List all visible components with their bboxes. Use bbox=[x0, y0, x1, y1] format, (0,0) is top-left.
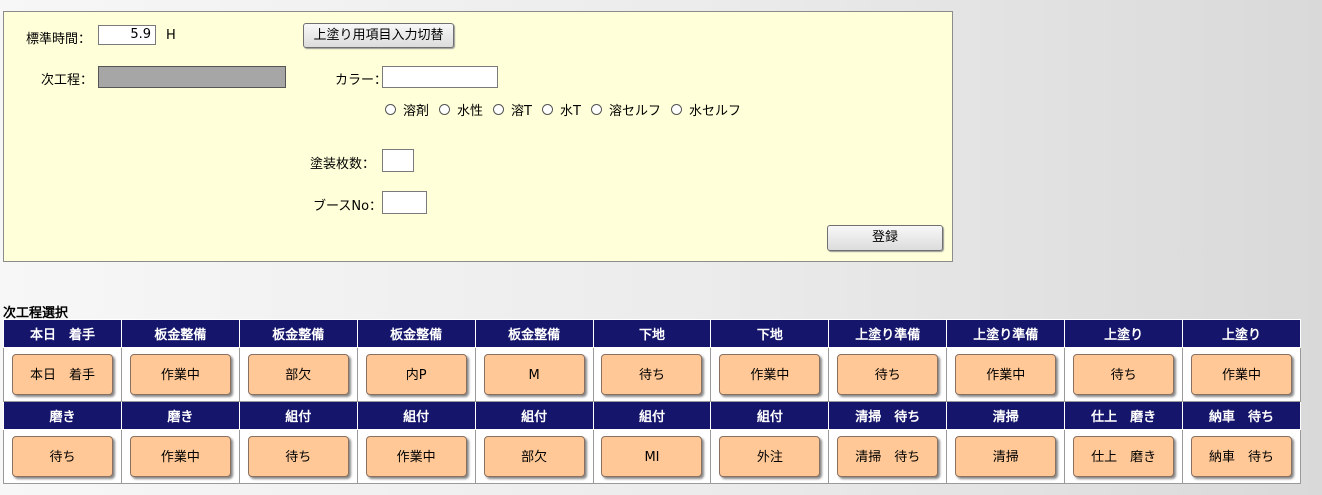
process-status-button[interactable]: 清掃 bbox=[955, 436, 1057, 477]
grid-button-cell: 待ち bbox=[238, 429, 358, 484]
grid-header-cell: 下地 bbox=[710, 319, 830, 348]
grid-button-cell: 清掃 bbox=[946, 429, 1066, 484]
paint-type-radio-group: 溶剤 水性 溶T 水T 溶セルフ 水セルフ bbox=[385, 100, 751, 119]
process-status-button[interactable]: 待ち bbox=[11, 436, 113, 477]
process-status-button[interactable]: 作業中 bbox=[955, 354, 1057, 395]
grid-button-cell: 清掃 待ち bbox=[828, 429, 948, 484]
radio-water-t[interactable]: 水T bbox=[541, 100, 581, 119]
grid-header-cell: 清掃 bbox=[946, 401, 1066, 430]
grid-button-cell: 待ち bbox=[592, 347, 712, 402]
color-input[interactable] bbox=[382, 66, 498, 88]
process-status-button[interactable]: 待ち bbox=[601, 354, 703, 395]
radio-circle-icon[interactable] bbox=[541, 104, 553, 115]
process-status-button[interactable]: 内P bbox=[365, 354, 467, 395]
grid-button-cell: 作業中 bbox=[1182, 347, 1301, 402]
radio-circle-icon[interactable] bbox=[439, 104, 451, 115]
grid-header-cell: 上塗り bbox=[1064, 319, 1184, 348]
radio-water[interactable]: 水性 bbox=[439, 100, 483, 119]
grid-header-cell: 組付 bbox=[710, 401, 830, 430]
grid-button-row: 本日 着手 作業中 部欠 内P M 待ち 作業中 待ち 作業中 待ち 作業中 bbox=[3, 347, 1301, 402]
booth-input[interactable] bbox=[382, 191, 427, 214]
grid-header-cell: 上塗り準備 bbox=[946, 319, 1066, 348]
process-status-button[interactable]: 待ち bbox=[1073, 354, 1175, 395]
grid-header-row: 磨き 磨き 組付 組付 組付 組付 組付 清掃 待ち 清掃 仕上 磨き 納車 待ち bbox=[3, 401, 1301, 430]
grid-button-cell: 仕上 磨き bbox=[1064, 429, 1184, 484]
grid-button-cell: 本日 着手 bbox=[3, 347, 122, 402]
process-status-button[interactable]: 部欠 bbox=[483, 436, 585, 477]
grid-button-cell: 作業中 bbox=[120, 429, 240, 484]
grid-header-cell: 本日 着手 bbox=[3, 319, 122, 348]
grid-header-cell: 組付 bbox=[356, 401, 476, 430]
grid-header-cell: 清掃 待ち bbox=[828, 401, 948, 430]
process-status-button[interactable]: MI bbox=[601, 436, 703, 477]
grid-header-cell: 板金整備 bbox=[474, 319, 594, 348]
process-status-button[interactable]: 待ち bbox=[837, 354, 939, 395]
grid-button-cell: 作業中 bbox=[946, 347, 1066, 402]
grid-header-cell: 上塗り bbox=[1182, 319, 1301, 348]
std-time-label: 標準時間： bbox=[26, 32, 92, 47]
grid-button-cell: 待ち bbox=[828, 347, 948, 402]
process-status-button[interactable]: 作業中 bbox=[1191, 354, 1293, 395]
grid-header-cell: 板金整備 bbox=[238, 319, 358, 348]
grid-header-cell: 組付 bbox=[592, 401, 712, 430]
process-status-button[interactable]: M bbox=[483, 354, 585, 395]
process-status-button[interactable]: 作業中 bbox=[129, 354, 231, 395]
radio-circle-icon[interactable] bbox=[385, 104, 396, 115]
grid-header-cell: 仕上 磨き bbox=[1064, 401, 1184, 430]
input-panel: 標準時間： 5.9 H 上塗り用項目入力切替 次工程： カラー： 塗装枚数： ブ… bbox=[3, 11, 953, 262]
grid-button-cell: 部欠 bbox=[238, 347, 358, 402]
process-status-button[interactable]: 本日 着手 bbox=[11, 354, 113, 395]
radio-solvent-t[interactable]: 溶T bbox=[493, 100, 532, 119]
grid-header-cell: 組付 bbox=[238, 401, 358, 430]
grid-button-cell: 部欠 bbox=[474, 429, 594, 484]
radio-water-self[interactable]: 水セルフ bbox=[670, 100, 741, 119]
process-status-button[interactable]: 部欠 bbox=[247, 354, 349, 395]
process-status-button[interactable]: 作業中 bbox=[129, 436, 231, 477]
process-status-button[interactable]: 作業中 bbox=[365, 436, 467, 477]
std-time-input[interactable]: 5.9 bbox=[98, 25, 156, 45]
grid-button-cell: 納車 待ち bbox=[1182, 429, 1301, 484]
grid-button-cell: 待ち bbox=[1064, 347, 1184, 402]
next-process-field bbox=[98, 66, 286, 88]
grid-button-cell: 内P bbox=[356, 347, 476, 402]
grid-button-row: 待ち 作業中 待ち 作業中 部欠 MI 外注 清掃 待ち 清掃 仕上 磨き 納車 待ち bbox=[3, 429, 1301, 484]
grid-header-cell: 組付 bbox=[474, 401, 594, 430]
process-status-button[interactable]: 外注 bbox=[719, 436, 821, 477]
sheets-input[interactable] bbox=[382, 149, 414, 172]
std-time-unit: H bbox=[166, 28, 176, 43]
process-status-button[interactable]: 納車 待ち bbox=[1191, 436, 1293, 477]
toggle-topcoat-input-button[interactable]: 上塗り用項目入力切替 bbox=[303, 23, 454, 48]
radio-circle-icon[interactable] bbox=[670, 104, 682, 115]
register-button[interactable]: 登録 bbox=[827, 225, 943, 251]
grid-button-cell: M bbox=[474, 347, 594, 402]
grid-header-row: 本日 着手 板金整備 板金整備 板金整備 板金整備 下地 下地 上塗り準備 上塗り準備 上塗り 上塗… bbox=[3, 319, 1301, 348]
color-label: カラー： bbox=[335, 73, 388, 88]
grid-header-cell: 磨き bbox=[3, 401, 122, 430]
process-status-button[interactable]: 待ち bbox=[247, 436, 349, 477]
grid-header-cell: 下地 bbox=[592, 319, 712, 348]
radio-solvent[interactable]: 溶剤 bbox=[385, 100, 429, 119]
grid-header-cell: 磨き bbox=[120, 401, 240, 430]
grid-header-cell: 納車 待ち bbox=[1182, 401, 1301, 430]
grid-button-cell: 作業中 bbox=[356, 429, 476, 484]
process-status-button[interactable]: 仕上 磨き bbox=[1073, 436, 1175, 477]
grid-button-cell: 外注 bbox=[710, 429, 830, 484]
grid-button-cell: MI bbox=[592, 429, 712, 484]
grid-header-cell: 板金整備 bbox=[356, 319, 476, 348]
radio-circle-icon[interactable] bbox=[493, 104, 505, 115]
process-status-button[interactable]: 作業中 bbox=[719, 354, 821, 395]
radio-solvent-self[interactable]: 溶セルフ bbox=[590, 100, 661, 119]
sheets-label: 塗装枚数： bbox=[310, 157, 376, 172]
grid-button-cell: 作業中 bbox=[120, 347, 240, 402]
next-process-label: 次工程： bbox=[41, 73, 94, 88]
next-process-grid: 本日 着手 板金整備 板金整備 板金整備 板金整備 下地 下地 上塗り準備 上塗り準備 上塗り 上塗… bbox=[3, 319, 1301, 484]
grid-header-cell: 板金整備 bbox=[120, 319, 240, 348]
grid-button-cell: 待ち bbox=[3, 429, 122, 484]
grid-button-cell: 作業中 bbox=[710, 347, 830, 402]
grid-header-cell: 上塗り準備 bbox=[828, 319, 948, 348]
radio-circle-icon[interactable] bbox=[590, 104, 602, 115]
process-status-button[interactable]: 清掃 待ち bbox=[837, 436, 939, 477]
booth-label: ブースNo： bbox=[313, 199, 383, 214]
